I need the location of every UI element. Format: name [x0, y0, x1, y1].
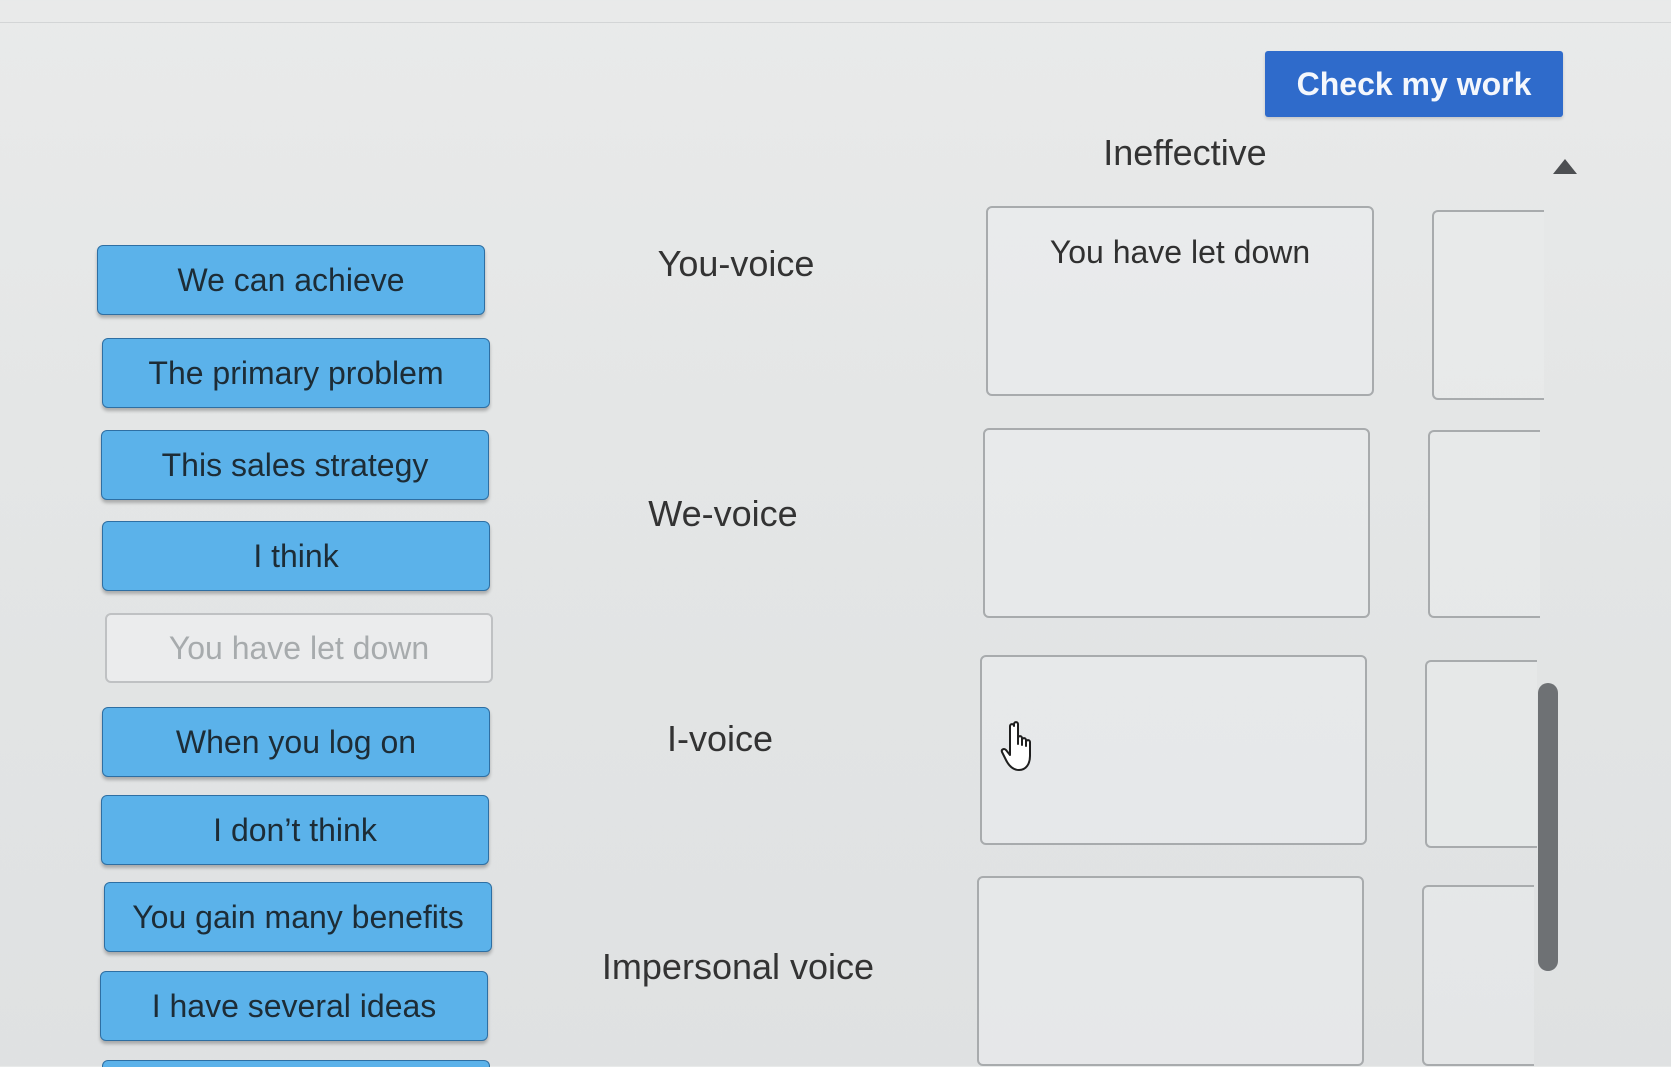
- scroll-up-arrow-icon[interactable]: [1553, 159, 1577, 174]
- chip-when-you-log-on[interactable]: When you log on: [102, 707, 490, 777]
- chip-i-have-several-ideas[interactable]: I have several ideas: [100, 971, 488, 1041]
- chip-the-primary-problem[interactable]: The primary problem: [102, 338, 490, 408]
- top-divider: [0, 22, 1671, 23]
- drop-zone-impersonal-voice-ineffective[interactable]: [977, 876, 1364, 1066]
- chip-i-dont-think[interactable]: I don’t think: [101, 795, 489, 865]
- drop-zone-you-voice-next-column[interactable]: [1432, 210, 1544, 400]
- placed-chip-you-have-let-down[interactable]: You have let down: [988, 234, 1372, 271]
- hand-pointer-icon: [1000, 721, 1031, 771]
- chip-we-can-achieve[interactable]: We can achieve: [97, 245, 485, 315]
- drop-zone-impersonal-voice-next-column[interactable]: [1422, 885, 1534, 1066]
- row-label-we-voice: We-voice: [648, 493, 798, 534]
- column-header-ineffective: Ineffective: [1103, 132, 1267, 173]
- row-label-i-voice: I-voice: [666, 718, 774, 759]
- row-label-impersonal-voice: Impersonal voice: [601, 946, 875, 987]
- drop-zone-you-voice-ineffective[interactable]: You have let down: [986, 206, 1374, 396]
- chip-this-sales-strategy[interactable]: This sales strategy: [101, 430, 489, 500]
- chip-i-think[interactable]: I think: [102, 521, 490, 591]
- row-label-you-voice: You-voice: [657, 243, 815, 284]
- drop-zone-i-voice-next-column[interactable]: [1425, 660, 1537, 848]
- check-my-work-button[interactable]: Check my work: [1265, 51, 1563, 117]
- drop-zone-we-voice-next-column[interactable]: [1428, 430, 1540, 618]
- scrollbar-thumb[interactable]: [1538, 683, 1558, 971]
- chip-you-gain-many-benefits[interactable]: You gain many benefits: [104, 882, 492, 952]
- drop-zone-we-voice-ineffective[interactable]: [983, 428, 1370, 618]
- chip-placeholder-you-have-let-down: You have let down: [105, 613, 493, 683]
